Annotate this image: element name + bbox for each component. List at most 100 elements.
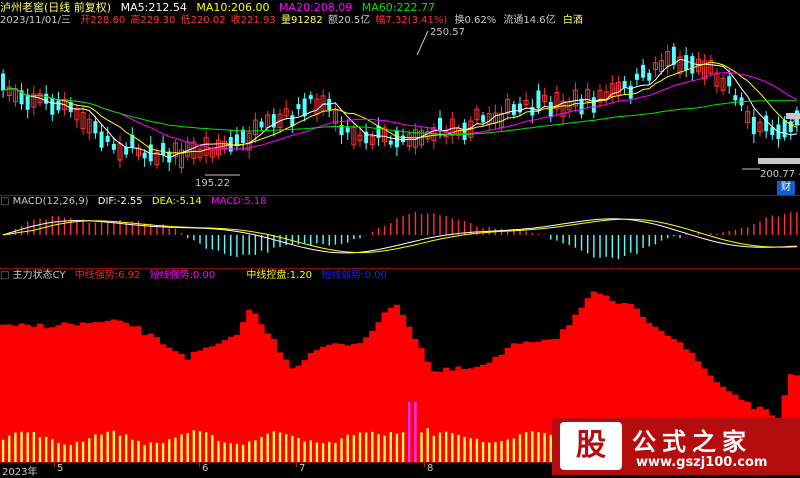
right-price-marker: 200.77 - 3 <box>760 169 800 180</box>
high-price-marker: 250.57 <box>430 27 465 38</box>
candle-body <box>782 120 787 138</box>
candle-body <box>727 76 732 87</box>
open-label: 开 <box>80 15 91 26</box>
short-weak-value: 0.00 <box>364 270 387 281</box>
candle-body <box>388 140 393 145</box>
candle-body <box>579 98 584 115</box>
dea-line <box>3 218 797 254</box>
candle-body <box>690 56 695 74</box>
sector-tag[interactable]: 白酒 <box>563 15 583 26</box>
short-strong-label: 短线强势: <box>149 270 193 281</box>
last-price-tag: 21 <box>790 118 800 128</box>
candle-body <box>733 95 738 101</box>
amplitude-label: 幅 <box>375 15 386 26</box>
candle-body <box>641 64 646 78</box>
candle-body <box>591 97 596 113</box>
axis-tick <box>424 463 425 467</box>
macd-chart[interactable] <box>0 205 800 267</box>
open-value: 228.60 <box>90 15 126 26</box>
candle-body <box>161 142 166 155</box>
volume-label: 量 <box>280 15 291 26</box>
last-price-box <box>786 113 800 119</box>
candle-body <box>462 122 467 140</box>
axis-tick <box>54 463 55 467</box>
mid-control-label: 中线控盘: <box>246 270 290 281</box>
amount-label: 额 <box>327 15 338 26</box>
candle-body <box>234 134 239 146</box>
ma20-label: MA20: <box>279 1 314 14</box>
watermark-logo: 股 <box>560 422 622 470</box>
high-marker-line <box>416 30 429 56</box>
close-value: 221.93 <box>240 15 276 26</box>
candle-body <box>634 73 639 80</box>
quote-header-row2: 2023/11/01/三 开228.60 高229.30 低220.02 收22… <box>0 14 583 27</box>
amount-value: 20.5亿 <box>337 15 371 26</box>
candle-body <box>44 93 49 104</box>
candle-body <box>438 117 442 132</box>
candle-body <box>481 115 486 123</box>
ma5-value: 212.54 <box>148 1 187 14</box>
ma10-label: MA10: <box>196 1 232 14</box>
candle-body <box>628 85 633 99</box>
turnover-value: 0.62% <box>464 15 497 26</box>
ma5-label: MA5: <box>120 1 149 14</box>
candle-body <box>142 152 147 159</box>
site-watermark: 股 公式之家 www.gszj100.com <box>552 418 800 475</box>
ma60-label: MA60: <box>361 1 397 14</box>
watermark-title: 公式之家 <box>632 428 752 456</box>
axis-label: 7 <box>299 463 306 474</box>
zl-icon: □ <box>0 270 10 281</box>
current-price-box <box>758 158 800 164</box>
mid-strong-value: 6.92 <box>118 270 141 281</box>
turnover-label: 换 <box>454 15 465 26</box>
candle-body <box>536 90 541 109</box>
short-weak-label: 短线弱势: <box>321 270 365 281</box>
axis-tick <box>199 463 200 467</box>
short-strong-value: 0.00 <box>192 270 216 281</box>
ma60-line <box>2 88 797 136</box>
zl-title[interactable]: 主力状态CY <box>13 270 66 281</box>
float-value: 14.6亿 <box>523 15 556 26</box>
zl-header: □ 主力状态CY 中线强势:6.92 短线强势:0.00 中线控盘:1.20 短… <box>0 269 393 282</box>
close-label: 收 <box>230 15 241 26</box>
ma10-value: 206.00 <box>231 1 270 14</box>
mid-strong-label: 中线强势: <box>74 270 119 281</box>
low-price-marker: 195.22 <box>195 178 230 189</box>
amplitude-value: 7.32(3.41%) <box>385 15 448 26</box>
candlestick-chart[interactable] <box>0 27 800 195</box>
low-value: 220.02 <box>190 15 226 26</box>
candle-body <box>684 55 689 70</box>
axis-tick <box>296 463 297 467</box>
volume-value: 91282 <box>290 15 323 26</box>
low-label: 低 <box>180 15 191 26</box>
high-value: 229.30 <box>140 15 176 26</box>
candle-body <box>25 94 30 110</box>
bar-date: 2023/11/01/三 <box>0 15 72 26</box>
ma20-value: 208.09 <box>313 1 353 14</box>
candle-body <box>751 116 756 135</box>
finance-badge[interactable]: 财 <box>777 181 795 195</box>
watermark-url: www.gszj100.com <box>636 455 768 470</box>
candle-body <box>345 127 350 133</box>
candle-body <box>259 121 264 128</box>
candle-body <box>1 73 6 91</box>
axis-label: 5 <box>57 463 64 474</box>
axis-label: 8 <box>427 463 434 474</box>
candle-body <box>241 129 246 143</box>
axis-label: 6 <box>202 463 209 474</box>
mid-control-value: 1.20 <box>289 270 313 281</box>
candle-body <box>105 135 110 143</box>
candle-body <box>93 121 98 134</box>
candle-body <box>511 104 516 116</box>
stock-title[interactable]: 泸州老窖(日线 前复权) <box>0 1 111 14</box>
candle-body <box>56 100 61 111</box>
axis-label: 2023年 <box>2 467 38 478</box>
quote-header-row1: 泸州老窖(日线 前复权) MA5:212.54 MA10:206.00 MA20… <box>0 1 441 14</box>
high-label: 高 <box>130 15 141 26</box>
candle-body <box>401 135 406 143</box>
ma60-value: 222.77 <box>396 1 435 14</box>
candle-body <box>647 72 652 81</box>
candle-body <box>111 143 116 150</box>
candle-body <box>308 95 313 100</box>
candle-body <box>302 98 307 117</box>
